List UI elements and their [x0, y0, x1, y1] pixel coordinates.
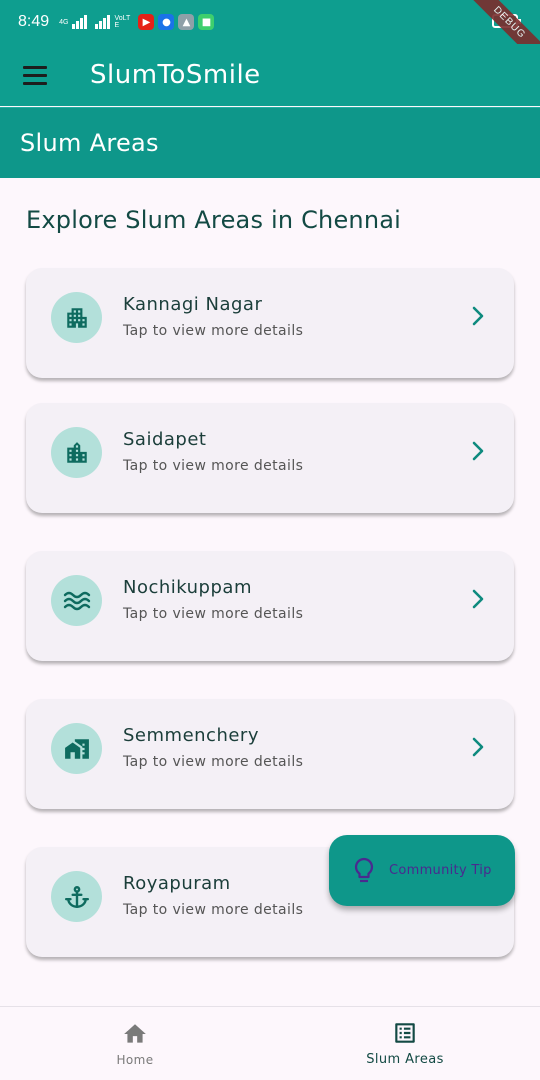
signal-strength-2-icon	[95, 15, 111, 29]
volte-label: VoLTE	[114, 15, 131, 29]
area-name: Royapuram	[123, 873, 231, 894]
app-title: SlumToSmile	[90, 60, 261, 90]
status-bar: 8:49 4G VoLTE ▶ ● ▲ ■ DEBUG	[0, 0, 540, 76]
section-title: Slum Areas	[20, 129, 159, 157]
area-subtitle: Tap to view more details	[123, 606, 304, 622]
chevron-right-icon	[472, 589, 484, 609]
hamburger-menu-icon[interactable]	[0, 44, 70, 106]
nav-label-slum-areas: Slum Areas	[366, 1052, 444, 1067]
chevron-right-icon	[472, 737, 484, 757]
area-card-kannagi-nagar[interactable]: Kannagi Nagar Tap to view more details	[26, 268, 514, 378]
page-heading: Explore Slum Areas in Chennai	[26, 206, 402, 234]
chevron-right-icon	[472, 306, 484, 326]
section-header: Slum Areas	[0, 107, 540, 178]
area-subtitle: Tap to view more details	[123, 323, 304, 339]
area-card-semmenchery[interactable]: Semmenchery Tap to view more details	[26, 699, 514, 809]
area-subtitle: Tap to view more details	[123, 754, 304, 770]
area-name: Semmenchery	[123, 725, 259, 746]
mic-notification-icon: ●	[158, 14, 175, 30]
area-subtitle: Tap to view more details	[123, 458, 304, 474]
chevron-right-icon	[472, 441, 484, 461]
area-subtitle: Tap to view more details	[123, 902, 304, 918]
list-alt-icon	[395, 1023, 415, 1043]
lightbulb-icon	[354, 857, 374, 882]
area-card-saidapet[interactable]: Saidapet Tap to view more details	[26, 403, 514, 513]
area-name: Kannagi Nagar	[123, 294, 263, 315]
waves-icon	[51, 575, 102, 626]
status-icons: 4G VoLTE ▶ ● ▲ ■	[59, 14, 215, 30]
anchor-icon	[51, 871, 102, 922]
community-tip-label: Community Tip	[389, 863, 492, 878]
drive-notification-icon: ▲	[178, 14, 195, 30]
apartment-icon	[51, 292, 102, 343]
area-card-nochikuppam[interactable]: Nochikuppam Tap to view more details	[26, 551, 514, 661]
area-name: Saidapet	[123, 429, 207, 450]
app-bar: SlumToSmile	[0, 44, 540, 106]
home-icon	[124, 1023, 146, 1043]
youtube-notification-icon: ▶	[138, 14, 155, 30]
game-notification-icon: ■	[198, 14, 215, 30]
status-time: 8:49	[18, 13, 50, 30]
bottom-navigation: Home Slum Areas	[0, 1006, 540, 1080]
home-work-icon	[51, 723, 102, 774]
network-type-label: 4G	[59, 18, 69, 26]
signal-strength-icon	[72, 15, 88, 29]
area-name: Nochikuppam	[123, 577, 252, 598]
nav-item-slum-areas[interactable]: Slum Areas	[270, 1007, 540, 1080]
community-tip-button[interactable]: Community Tip	[329, 835, 515, 906]
city-building-icon	[51, 427, 102, 478]
nav-label-home: Home	[116, 1052, 154, 1067]
nav-item-home[interactable]: Home	[0, 1007, 270, 1080]
